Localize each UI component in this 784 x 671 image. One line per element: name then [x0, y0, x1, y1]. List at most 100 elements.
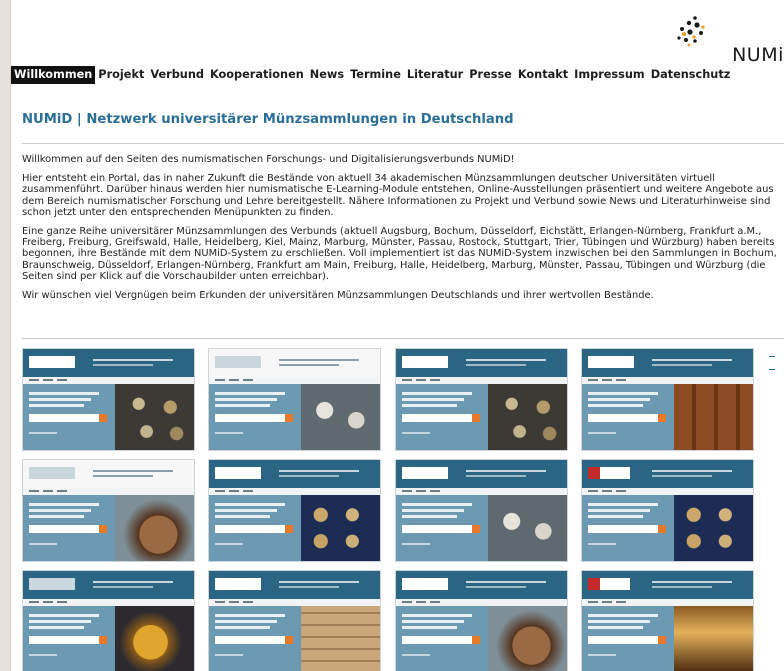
thumb-hero-image	[488, 606, 567, 671]
thumb-heading-line	[279, 581, 359, 583]
thumb-nav-item	[229, 601, 239, 603]
paragraph-portal: Hier entsteht ein Portal, das in naher Z…	[22, 173, 774, 218]
thumb-header	[396, 571, 567, 599]
side-link[interactable]	[769, 356, 775, 357]
thumb-nav-item	[588, 379, 598, 381]
logo-dot	[694, 22, 700, 28]
paragraph-welcome: Willkommen auf den Seiten des numismatis…	[22, 154, 515, 165]
thumb-hero	[582, 384, 753, 450]
thumb-hero-text	[588, 626, 643, 629]
thumb-nav-item	[588, 490, 598, 492]
thumb-hero-image	[674, 495, 753, 561]
nav-presse[interactable]: Presse	[466, 66, 515, 84]
thumb-hero-text	[588, 392, 658, 395]
thumb-heading-line	[93, 475, 153, 477]
logo-dot	[693, 16, 697, 20]
thumb-hero-image	[301, 384, 380, 450]
thumb-passau[interactable]	[395, 570, 568, 671]
thumb-heading-line	[93, 364, 153, 366]
university-logo	[588, 356, 634, 368]
thumb-hero-link	[29, 654, 57, 656]
nav-verbund[interactable]: Verbund	[147, 66, 207, 84]
thumb-hero-text	[402, 620, 464, 623]
thumb-frankfurt[interactable]	[22, 459, 195, 562]
thumb-search-button	[285, 414, 293, 422]
thumb-halle[interactable]	[395, 459, 568, 562]
thumb-search-button	[658, 525, 666, 533]
thumb-nav	[582, 488, 753, 495]
thumb-header	[582, 460, 753, 488]
side-link[interactable]	[769, 369, 775, 370]
thumb-erlangen[interactable]	[581, 348, 754, 451]
thumb-search-input	[215, 414, 285, 422]
thumb-nav-item	[430, 601, 440, 603]
thumb-hero-link	[402, 543, 430, 545]
thumb-header	[582, 349, 753, 377]
thumb-duesseldorf[interactable]	[395, 348, 568, 451]
nav-literatur[interactable]: Literatur	[404, 66, 466, 84]
nav-termine[interactable]: Termine	[347, 66, 404, 84]
thumb-heading-line	[279, 586, 339, 588]
thumb-hero-link	[588, 432, 616, 434]
page-title: NUMiD | Netzwerk universitärer Münzsamml…	[22, 112, 514, 127]
logo-dot	[699, 31, 703, 35]
nav-datenschutz[interactable]: Datenschutz	[648, 66, 734, 84]
thumb-hero-text	[29, 614, 99, 617]
nav-impressum[interactable]: Impressum	[571, 66, 648, 84]
thumb-header	[23, 349, 194, 377]
thumb-hero	[209, 606, 380, 671]
nav-news[interactable]: News	[307, 66, 347, 84]
logo-dot	[682, 32, 686, 36]
thumb-nav-item	[57, 490, 67, 492]
thumb-heidelberg[interactable]	[581, 459, 754, 562]
thumb-hero-text	[29, 398, 91, 401]
thumb-nav-item	[243, 601, 253, 603]
thumb-hero	[23, 495, 194, 561]
thumb-search-input	[29, 636, 99, 644]
thumb-heading-line	[466, 364, 526, 366]
thumb-hero-text	[215, 503, 285, 506]
university-logo	[29, 356, 75, 368]
logo-dot	[693, 39, 697, 43]
thumb-hero-text	[402, 392, 472, 395]
logo-text: NUMiD	[732, 44, 784, 66]
university-logo	[29, 467, 75, 479]
thumb-hero-text	[215, 392, 285, 395]
thumb-hero-text	[215, 509, 277, 512]
thumb-hero-panel	[582, 606, 675, 671]
nav-projekt[interactable]: Projekt	[95, 66, 147, 84]
thumb-marburg[interactable]	[22, 570, 195, 671]
thumb-nav-item	[229, 490, 239, 492]
thumb-muenster[interactable]	[208, 570, 381, 671]
thumb-search-button	[658, 636, 666, 644]
nav-kooperationen[interactable]: Kooperationen	[207, 66, 307, 84]
thumb-hero-link	[215, 543, 243, 545]
thumb-freiburg[interactable]	[208, 459, 381, 562]
thumb-nav-item	[602, 601, 612, 603]
intro-text: Willkommen auf den Seiten des numismatis…	[22, 154, 784, 309]
thumb-hero-text	[215, 614, 285, 617]
main-nav: Willkommen Projekt Verbund Kooperationen New…	[11, 66, 733, 84]
thumb-hero-image	[674, 606, 753, 671]
thumb-hero-text	[29, 620, 91, 623]
content-divider	[22, 338, 784, 339]
thumb-tuebingen[interactable]	[581, 570, 754, 671]
thumb-hero-text	[29, 626, 84, 629]
thumb-heading-line	[652, 359, 732, 361]
thumb-heading-line	[466, 470, 546, 472]
thumb-hero-text	[29, 392, 99, 395]
nav-willkommen[interactable]: Willkommen	[11, 66, 96, 84]
university-logo	[588, 578, 630, 590]
logo-dot	[686, 20, 692, 26]
thumb-bochum[interactable]	[22, 348, 195, 451]
nav-kontakt[interactable]: Kontakt	[515, 66, 571, 84]
thumb-search-input	[588, 414, 658, 422]
thumb-hero	[209, 495, 380, 561]
thumb-hero-text	[402, 509, 464, 512]
thumb-heading-line	[93, 470, 173, 472]
thumb-hero-text	[29, 404, 84, 407]
thumb-search-button	[472, 636, 480, 644]
thumb-hero-text	[588, 503, 658, 506]
thumb-braunschweig[interactable]	[208, 348, 381, 451]
thumb-nav	[209, 377, 380, 384]
